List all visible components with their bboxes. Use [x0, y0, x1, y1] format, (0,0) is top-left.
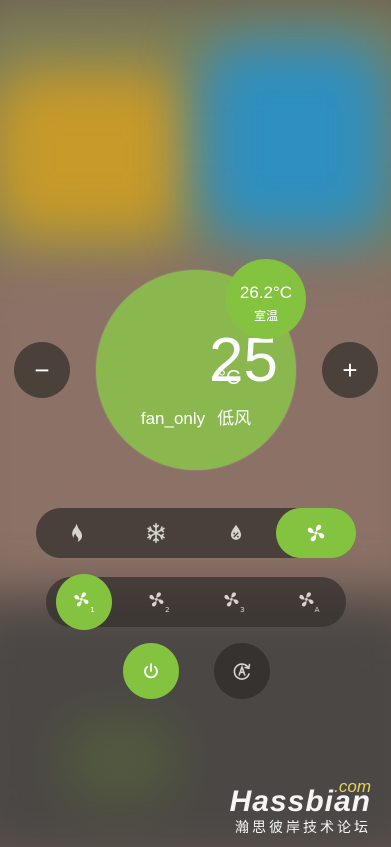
fan-speed-auto-icon: A [298, 592, 319, 613]
power-icon [144, 663, 158, 679]
fan-speed-3-icon: 3 [223, 592, 244, 613]
room-temperature-value: 26.2°C [239, 283, 293, 302]
fan-speed-auto-button[interactable]: A [271, 577, 346, 627]
speed-marker: A [314, 605, 319, 613]
power-button[interactable] [123, 643, 179, 699]
fan-speed-3-button[interactable]: 3 [196, 577, 271, 627]
speed-marker: 1 [90, 605, 95, 613]
temperature-unit: °C [218, 367, 241, 389]
snowflake-icon [147, 523, 165, 543]
water-drop-icon [230, 524, 242, 540]
room-temperature-label: 室温 [253, 309, 278, 323]
status-row: fan_only 低风 [96, 404, 296, 429]
increase-temperature-button[interactable]: + [322, 342, 378, 398]
fan-speed-2-icon: 2 [148, 592, 169, 613]
fan-icon [307, 524, 325, 542]
fan-speed-label: 低风 [217, 409, 252, 428]
mode-fan-only-button[interactable] [276, 508, 356, 558]
fan-speed-1-icon: 1 [74, 592, 95, 613]
decrease-temperature-button[interactable]: − [14, 342, 70, 398]
site-watermark: .com Hassbian 瀚思彼岸技术论坛 [230, 777, 371, 837]
hvac-mode-selector [36, 508, 356, 558]
flame-icon [72, 523, 83, 542]
fan-speed-selector: 1 2 3 A [46, 574, 346, 630]
room-temperature-bubble: 26.2°C 室温 [226, 259, 306, 339]
fan-speed-1-button[interactable]: 1 [56, 574, 112, 630]
target-temperature-value: 25 [209, 326, 278, 395]
speed-marker: 2 [164, 605, 169, 613]
hvac-mode-label: fan_only [140, 409, 206, 428]
mode-dry-button[interactable] [196, 508, 276, 558]
mode-cool-button[interactable] [116, 508, 196, 558]
minus-icon: − [34, 355, 50, 385]
speed-marker: 3 [239, 605, 244, 613]
mode-heat-button[interactable] [36, 508, 116, 558]
watermark-com: .com [334, 777, 371, 796]
fan-speed-2-button[interactable]: 2 [121, 577, 196, 627]
watermark-subtitle: 瀚思彼岸技术论坛 [235, 819, 371, 835]
auto-mode-button[interactable] [214, 643, 270, 699]
auto-cycle-icon [233, 663, 251, 680]
plus-icon: + [342, 355, 358, 385]
